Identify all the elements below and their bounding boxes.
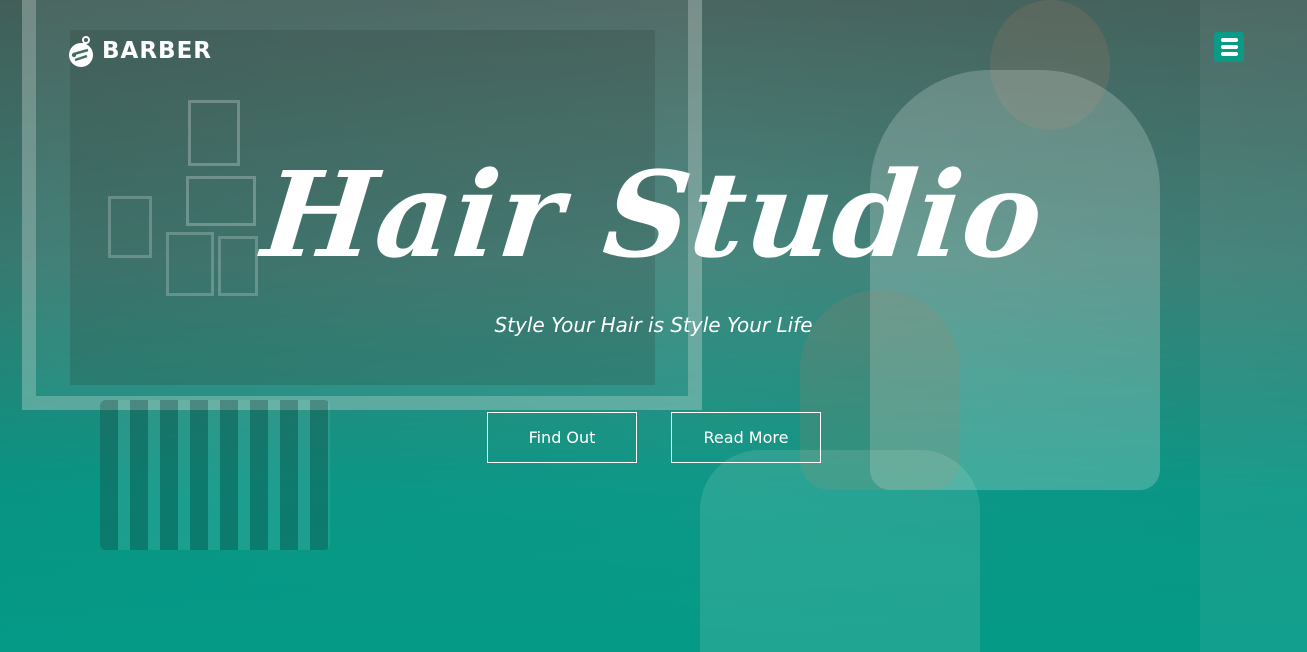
scissors-head-icon (66, 34, 98, 68)
menu-bar (1220, 52, 1238, 56)
read-more-button[interactable]: Read More (671, 412, 821, 463)
brand-name: BARBER (102, 38, 212, 64)
menu-bar (1220, 45, 1238, 49)
brand-home-link[interactable]: BARBER (66, 34, 212, 68)
find-out-button[interactable]: Find Out (487, 412, 637, 463)
menu-bar (1220, 38, 1238, 42)
hero-subtitle: Style Your Hair is Style Your Life (494, 313, 813, 337)
hamburger-menu-icon[interactable] (1214, 32, 1244, 62)
hero-title: Hair Studio (256, 145, 1051, 284)
client-body-decor (700, 450, 980, 652)
hero-section: BARBER Hair Studio Style Your Hair is St… (0, 0, 1307, 652)
product-bottles-decor (100, 400, 330, 550)
